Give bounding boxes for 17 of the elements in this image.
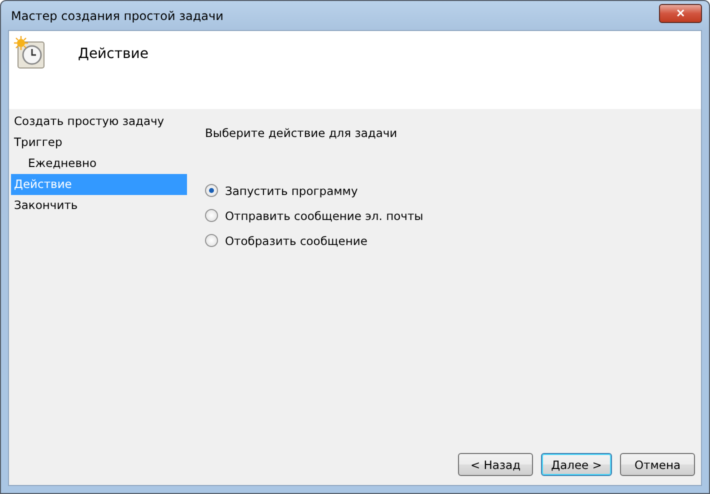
page-title: Действие xyxy=(78,46,148,62)
radio-button[interactable] xyxy=(205,234,218,247)
prompt-text: Выберите действие для задачи xyxy=(205,126,398,140)
window-title: Мастер создания простой задачи xyxy=(10,8,224,22)
dialog-button[interactable]: Далее > xyxy=(541,453,612,476)
sidebar-item[interactable]: Создать простую задачу xyxy=(11,111,187,132)
dialog-button[interactable]: Отмена xyxy=(620,453,695,476)
dialog-button[interactable]: < Назад xyxy=(458,453,533,476)
radio-button[interactable] xyxy=(205,184,218,197)
sidebar-item[interactable]: Закончить xyxy=(11,195,187,216)
radio-label[interactable]: Отобразить сообщение xyxy=(225,234,368,248)
sidebar-item[interactable]: Триггер xyxy=(11,132,187,153)
radio-label[interactable]: Запустить программу xyxy=(225,184,358,198)
close-button[interactable]: ✕ xyxy=(659,4,702,23)
radio-button[interactable] xyxy=(205,209,218,222)
radio-label[interactable]: Отправить сообщение эл. почты xyxy=(225,208,424,222)
sidebar-item[interactable]: Ежедневно xyxy=(11,153,187,174)
